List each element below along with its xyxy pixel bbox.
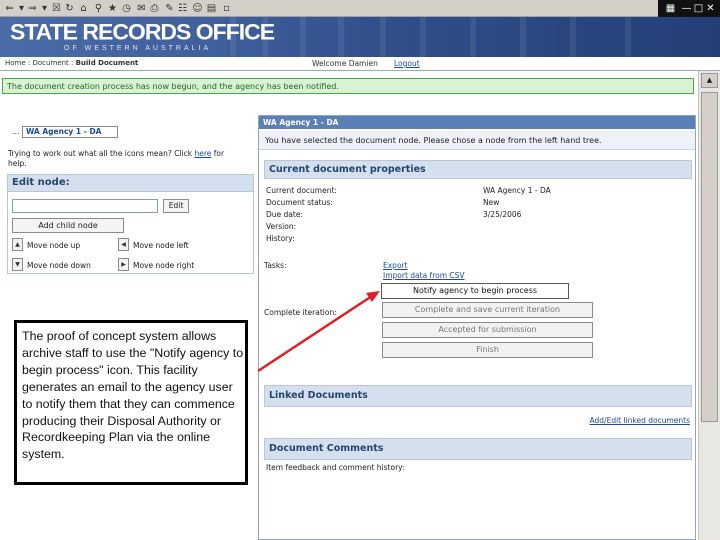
breadcrumb-current: Build Document [75,59,139,67]
research-icon[interactable]: ▤ [205,2,218,15]
node-selected-message: You have selected the document node. Ple… [259,131,695,150]
scroll-thumb[interactable] [701,92,718,422]
move-right-icon[interactable]: ▶ [118,258,129,271]
edit-icon[interactable]: ✎ [163,2,176,15]
icon-help-text: Trying to work out what all the icons me… [8,149,225,168]
prop-label-version: Version: [266,222,297,231]
tasks-label: Tasks: [264,261,287,270]
page-icon[interactable]: ▫ [220,2,233,15]
site-logo-subtitle: OF WESTERN AUSTRALIA [64,45,212,52]
move-down-label: Move node down [27,261,91,270]
edit-node-panel: Edit node: Edit Add child node ▲ Move no… [7,174,254,274]
scroll-up-icon[interactable]: ▲ [701,73,718,88]
nav-bar: Home : Document : Build Document Welcome… [0,57,720,71]
stop-icon[interactable]: ☒ [50,2,63,15]
refresh-icon[interactable]: ↻ [63,2,76,15]
complete-iteration-button[interactable]: Complete and save current iteration [382,302,593,318]
windows-logo-icon: ▦ [665,3,676,14]
edit-node-title: Edit node: [8,175,253,192]
move-right-label: Move node right [133,261,195,270]
notification-text: The document creation process has now be… [7,82,339,91]
welcome-text: Welcome Damien [312,59,378,68]
prop-label-status: Document status: [266,198,333,207]
discuss-icon[interactable]: ☷ [176,2,189,15]
home-icon[interactable]: ⌂ [77,2,90,15]
search-icon[interactable]: ⚲ [92,2,105,15]
history-icon[interactable]: ◷ [120,2,133,15]
current-properties-title: Current document properties [264,160,692,179]
breadcrumb-document[interactable]: Document [33,59,69,67]
browser-throbber: ▦ — □ ✕ [658,0,720,17]
success-notification: The document creation process has now be… [2,78,694,94]
mail-icon[interactable]: ✉ [135,2,148,15]
move-up-icon[interactable]: ▲ [12,238,23,251]
node-name-input[interactable] [12,199,158,213]
close-icon[interactable]: ✕ [704,2,717,15]
document-content-panel: WA Agency 1 - DA You have selected the d… [258,115,696,540]
document-comments-title: Document Comments [264,438,692,460]
import-csv-link[interactable]: Import data from CSV [383,271,465,280]
move-up-label: Move node up [27,241,81,250]
help-link[interactable]: here [194,149,211,158]
move-left-icon[interactable]: ◀ [118,238,129,251]
annotation-callout: The proof of concept system allows archi… [14,320,248,485]
breadcrumb-home[interactable]: Home [5,59,26,67]
prop-value-status: New [483,198,500,207]
export-link[interactable]: Export [383,261,408,270]
site-logo-title: STATE RECORDS OFFICE [10,19,275,45]
site-banner: STATE RECORDS OFFICE OF WESTERN AUSTRALI… [0,17,720,57]
callout-text: The proof of concept system allows archi… [22,329,244,462]
edit-button[interactable]: Edit [163,199,189,213]
vertical-scrollbar[interactable]: ▲ [698,71,720,540]
prop-label-current-document: Current document: [266,186,337,195]
notify-agency-button[interactable]: Notify agency to begin process [381,283,569,299]
logout-link[interactable]: Logout [394,59,420,68]
move-left-label: Move node left [133,241,189,250]
favorites-icon[interactable]: ★ [106,2,119,15]
linked-documents-title: Linked Documents [264,385,692,407]
accepted-for-submission-button[interactable]: Accepted for submission [382,322,593,338]
tree-branch-dots: ... [12,127,20,136]
print-icon[interactable]: ⎙ [148,2,161,15]
content-header: WA Agency 1 - DA [259,116,695,129]
complete-iteration-label: Complete iteration: [264,308,337,317]
edit-linked-documents-link[interactable]: Add/Edit linked documents [590,416,690,425]
move-down-icon[interactable]: ▼ [12,258,23,271]
finish-button[interactable]: Finish [382,342,593,358]
prop-value-due-date: 3/25/2006 [483,210,522,219]
messenger-icon[interactable]: ☺ [191,2,204,15]
prop-label-history: History: [266,234,295,243]
add-child-node-button[interactable]: Add child node [12,218,124,233]
tree-node-document[interactable]: WA Agency 1 - DA [22,126,118,138]
prop-label-due-date: Due date: [266,210,303,219]
browser-toolbar: ⇐ ▾ ⇒ ▾ ☒ ↻ ⌂ ⚲ ★ ◷ ✉ ⎙ ✎ ☷ ☺ ▤ ▫ ▦ — □ … [0,0,720,17]
breadcrumb: Home : Document : Build Document [5,59,139,67]
comments-history-label: Item feedback and comment history: [266,463,405,472]
prop-value-current-document: WA Agency 1 - DA [483,186,551,195]
